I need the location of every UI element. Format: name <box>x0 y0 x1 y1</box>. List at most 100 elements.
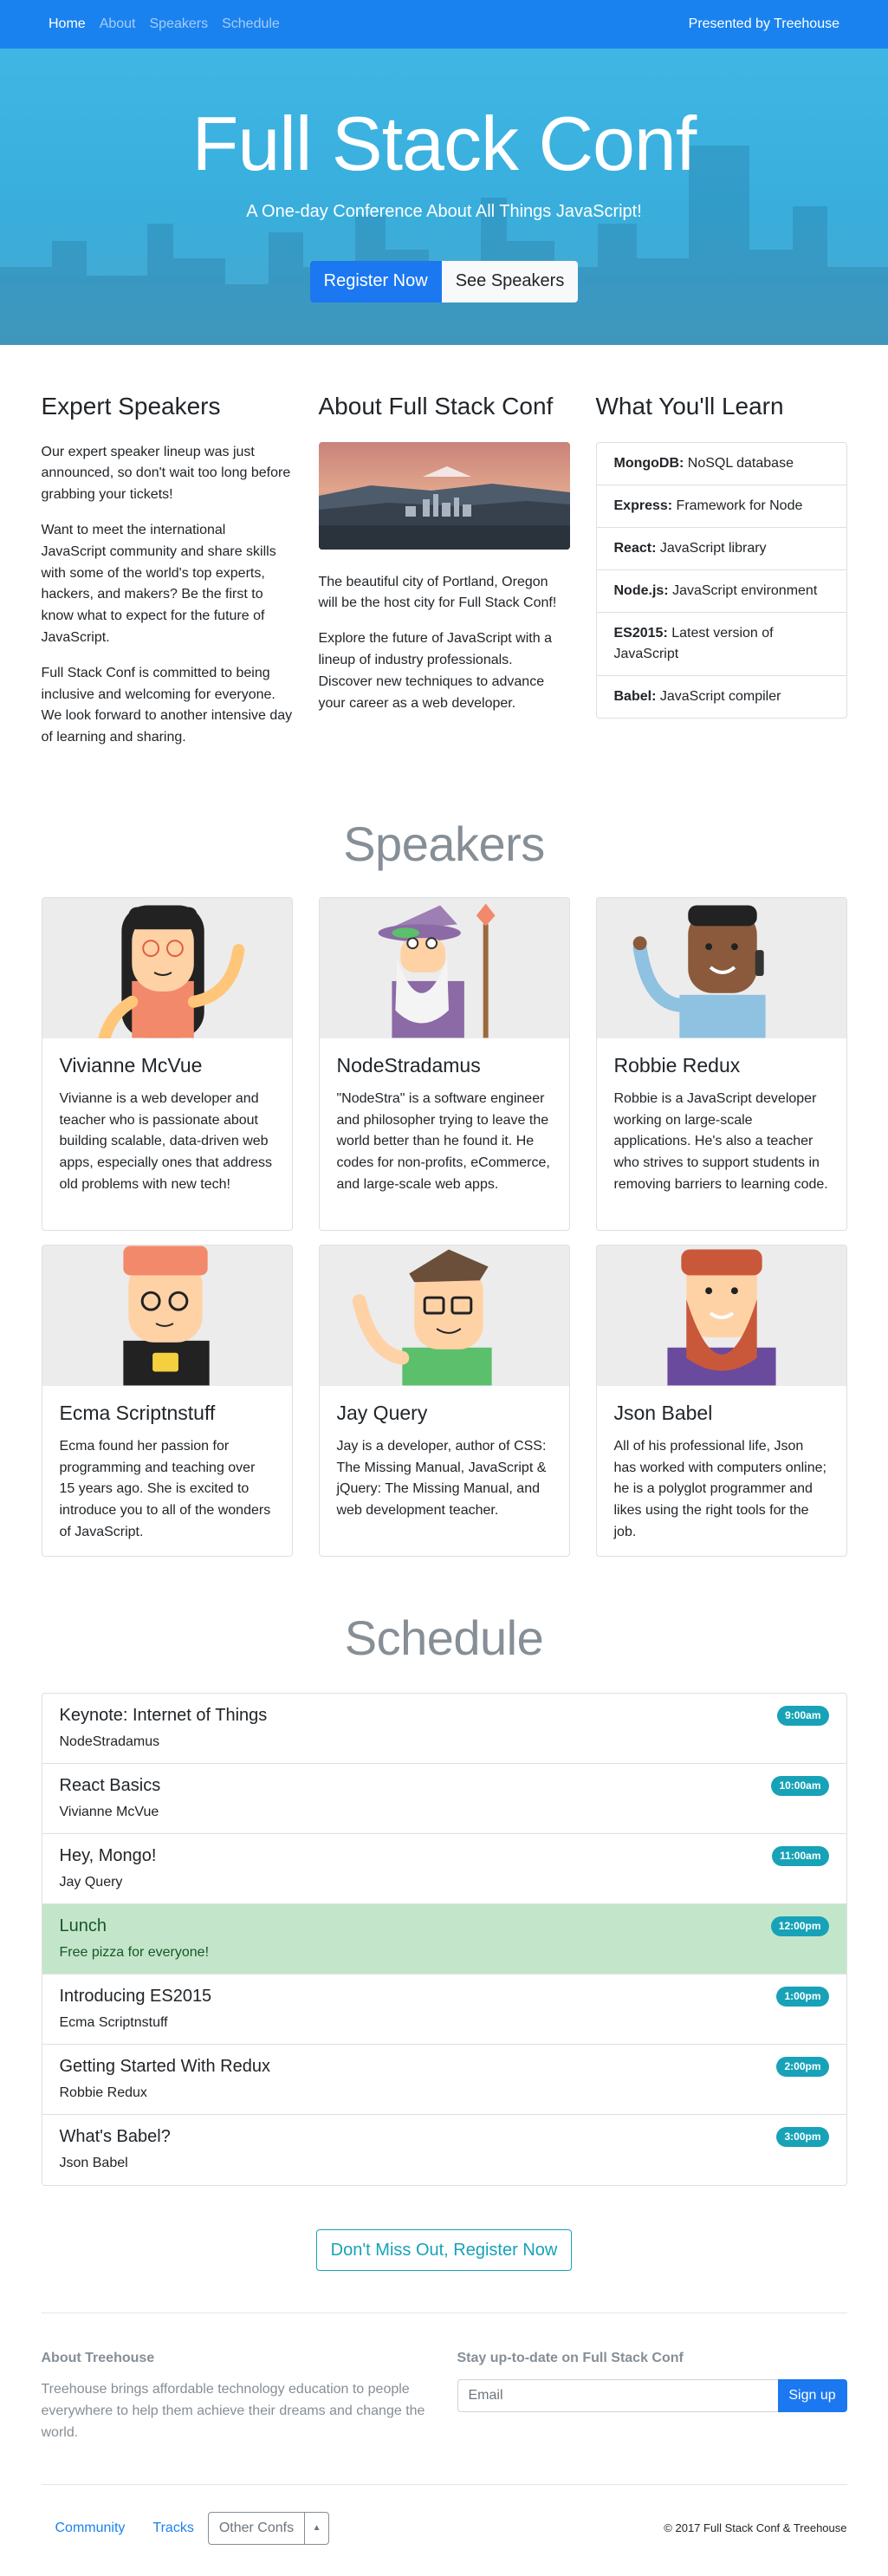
speaker-card-body: Json Babel All of his professional life,… <box>597 1386 846 1556</box>
speaker-avatar-ecma <box>42 1246 292 1387</box>
speakers-title: Speakers <box>343 816 545 871</box>
schedule-item-speaker: NodeStradamus <box>59 1734 160 1750</box>
schedule-item-speaker: Robbie Redux <box>59 2085 147 2101</box>
email-input[interactable] <box>457 2379 778 2413</box>
about-treehouse-heading: About Treehouse <box>41 2351 155 2366</box>
speaker-avatar-jay <box>319 1246 569 1387</box>
about-heading: About Full Stack Conf <box>318 393 554 420</box>
speaker-card-body: Ecma Scriptnstuff Ecma found her passion… <box>42 1386 292 1556</box>
speaker-bio: Robbie is a JavaScript developer working… <box>613 1090 828 1192</box>
learn-item-name: MongoDB: <box>613 455 684 471</box>
time-badge: 9:00am <box>777 1706 829 1726</box>
dont-miss-out-register-button[interactable]: Don't Miss Out, Register Now <box>315 2229 573 2272</box>
about-column: About Full Stack Conf The beautiful city… <box>318 392 570 763</box>
schedule-item-speaker: Vivianne McVue <box>59 1805 159 1820</box>
learn-item-desc: NoSQL database <box>684 455 794 471</box>
learn-heading: What You'll Learn <box>595 393 784 420</box>
speaker-card: Robbie Redux Robbie is a JavaScript deve… <box>595 897 847 1232</box>
speaker-name: Robbie Redux <box>613 1054 741 1077</box>
learn-list: MongoDB: NoSQL database Express: Framewo… <box>595 441 847 719</box>
community-link[interactable]: Community <box>42 2511 139 2546</box>
schedule-item: Hey, Mongo! Jay Query 11:00am <box>42 1834 846 1905</box>
portland-city-image <box>318 441 570 550</box>
schedule-item-speaker: Jay Query <box>59 1875 123 1890</box>
info-section: Expert Speakers Our expert speaker lineu… <box>42 345 847 763</box>
hero-title: Full Stack Conf <box>191 101 697 186</box>
learn-item-name: Express: <box>613 498 673 513</box>
schedule-item: Getting Started With Redux Robbie Redux … <box>42 2045 846 2116</box>
schedule-item-title: Lunch <box>59 1916 107 1936</box>
schedule-item: React Basics Vivianne McVue 10:00am <box>42 1764 846 1835</box>
speaker-avatar-json <box>596 1246 846 1387</box>
learn-item: React: JavaScript library <box>596 528 846 570</box>
time-badge: 1:00pm <box>776 1987 829 2007</box>
time-badge: 2:00pm <box>776 2057 829 2077</box>
schedule-list: Keynote: Internet of Things NodeStradamu… <box>41 1693 847 2187</box>
learn-item-name: ES2015: <box>613 625 668 641</box>
presented-by-brand[interactable]: Presented by Treehouse <box>689 14 839 35</box>
about-treehouse-column: About Treehouse Treehouse brings afforda… <box>42 2348 431 2443</box>
speaker-bio: Jay is a developer, author of CSS: The M… <box>336 1438 547 1519</box>
schedule-item-speaker: Ecma Scriptnstuff <box>59 2015 168 2031</box>
other-confs-label: Other Confs <box>218 2520 295 2535</box>
speaker-card: Ecma Scriptnstuff Ecma found her passion… <box>41 1245 293 1558</box>
expert-paragraph: Full Stack Conf is committed to being in… <box>41 665 293 745</box>
expert-speakers-heading: Expert Speakers <box>41 393 221 420</box>
nav-link-speakers[interactable]: Speakers <box>150 14 209 35</box>
learn-item-desc: JavaScript environment <box>668 582 818 598</box>
schedule-item-title: Introducing ES2015 <box>59 1987 212 2007</box>
about-paragraph: Explore the future of JavaScript with a … <box>318 631 552 711</box>
learn-item-desc: JavaScript compiler <box>656 688 781 704</box>
schedule-item-speaker: Free pizza for everyone! <box>59 1945 210 1961</box>
nav-link-about[interactable]: About <box>100 14 136 35</box>
schedule-item-title: Hey, Mongo! <box>59 1846 157 1866</box>
speaker-name: NodeStradamus <box>336 1054 481 1077</box>
schedule-item: Keynote: Internet of Things NodeStradamu… <box>42 1694 846 1765</box>
other-confs-dropdown[interactable]: Other Confs ▲ <box>207 2511 330 2545</box>
schedule-item: Introducing ES2015 Ecma Scriptnstuff 1:0… <box>42 1974 846 2046</box>
speaker-name: Jay Query <box>336 1402 428 1425</box>
schedule-item-speaker: Json Babel <box>59 2156 128 2171</box>
signup-form: Sign up <box>457 2379 847 2413</box>
learn-item-desc: JavaScript library <box>656 540 767 556</box>
speaker-avatar-nodestradamus <box>319 898 569 1039</box>
signup-heading: Stay up-to-date on Full Stack Conf <box>457 2351 684 2366</box>
schedule-item-lunch: Lunch Free pizza for everyone! 12:00pm <box>42 1904 846 1975</box>
sign-up-button[interactable]: Sign up <box>777 2379 847 2413</box>
time-badge: 12:00pm <box>770 1916 829 1936</box>
speaker-name: Json Babel <box>613 1402 713 1425</box>
see-speakers-button[interactable]: See Speakers <box>441 260 579 302</box>
speaker-bio: All of his professional life, Json has w… <box>613 1438 826 1539</box>
speaker-name: Vivianne McVue <box>59 1054 203 1077</box>
speaker-bio: "NodeStra" is a software engineer and ph… <box>336 1090 550 1192</box>
learn-item: MongoDB: NoSQL database <box>596 443 846 485</box>
expert-paragraph: Want to meet the international JavaScrip… <box>41 522 276 645</box>
learn-column: What You'll Learn MongoDB: NoSQL databas… <box>595 392 847 763</box>
schedule-item-title: What's Babel? <box>59 2127 171 2147</box>
speaker-card: Jay Query Jay is a developer, author of … <box>318 1245 570 1558</box>
register-now-button[interactable]: Register Now <box>309 260 442 302</box>
learn-item: Express: Framework for Node <box>596 485 846 528</box>
nav-links: Home About Speakers Schedule <box>49 14 294 35</box>
tracks-link[interactable]: Tracks <box>139 2511 207 2546</box>
nav-link-home[interactable]: Home <box>49 14 86 35</box>
caret-up-icon[interactable]: ▲ <box>304 2512 328 2544</box>
speaker-card-body: Vivianne McVue Vivianne is a web develop… <box>42 1038 292 1212</box>
nav-link-schedule[interactable]: Schedule <box>222 14 280 35</box>
schedule-item: What's Babel? Json Babel 3:00pm <box>42 2115 846 2185</box>
speaker-card-body: Jay Query Jay is a developer, author of … <box>320 1386 569 1538</box>
speaker-bio: Vivianne is a web developer and teacher … <box>59 1090 272 1192</box>
cta-wrapper: Don't Miss Out, Register Now <box>42 2229 847 2272</box>
learn-item-name: React: <box>613 540 657 556</box>
signup-column: Stay up-to-date on Full Stack Conf Sign … <box>457 2348 847 2443</box>
top-navbar: Home About Speakers Schedule Presented b… <box>0 0 888 49</box>
learn-item-desc: Framework for Node <box>672 498 803 513</box>
learn-item: Node.js: JavaScript environment <box>596 570 846 613</box>
schedule-item-title: Getting Started With Redux <box>59 2057 270 2077</box>
bottom-nav: Community Tracks Other Confs ▲ © 2017 Fu… <box>42 2485 847 2566</box>
speaker-card: Vivianne McVue Vivianne is a web develop… <box>41 897 293 1232</box>
speaker-card: Json Babel All of his professional life,… <box>595 1245 847 1558</box>
speaker-card-body: Robbie Redux Robbie is a JavaScript deve… <box>597 1038 846 1212</box>
time-badge: 3:00pm <box>776 2127 829 2147</box>
main-content: Expert Speakers Our expert speaker lineu… <box>41 345 847 2566</box>
